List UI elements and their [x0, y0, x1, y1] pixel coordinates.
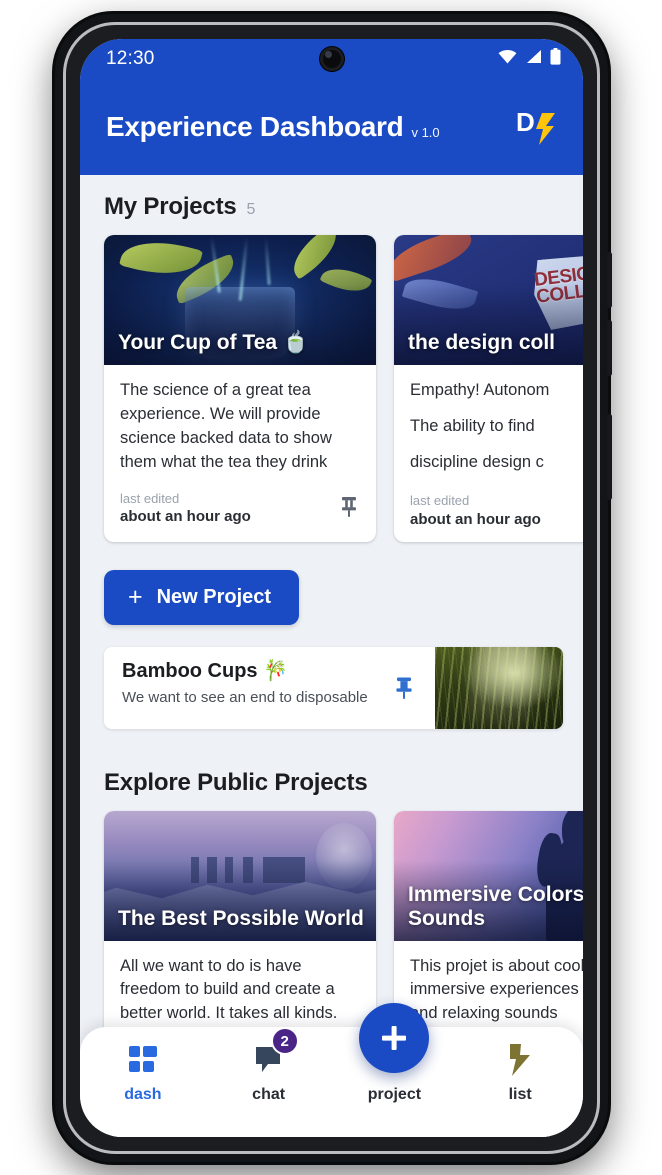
- app-bar: Experience Dashboard v 1.0 D: [80, 79, 583, 175]
- description-line-3: discipline design c: [410, 452, 544, 471]
- nav-item-chat[interactable]: 2 chat: [223, 1027, 315, 1104]
- project-card-hero: DESIGNCOLLECTIVE the design coll: [394, 235, 583, 365]
- app-scroll-body[interactable]: My Projects 5 Your Cup of Tea 🍵 The scie…: [80, 175, 583, 1137]
- pinned-project-subtitle: We want to see an end to disposable: [122, 688, 368, 706]
- pinned-project-title: Bamboo Cups 🎋: [122, 659, 289, 682]
- nav-item-list[interactable]: list: [474, 1043, 566, 1104]
- pinned-project-row[interactable]: Bamboo Cups 🎋 We want to see an end to d…: [104, 646, 563, 729]
- public-project-card[interactable]: Immersive Colors and Sounds This projet …: [394, 810, 583, 1051]
- project-card-title: the design coll: [408, 331, 556, 355]
- cellular-signal-icon: [525, 49, 542, 69]
- plus-icon: [382, 1026, 407, 1050]
- status-bar: 12:30: [80, 39, 583, 79]
- nav-label-dash: dash: [124, 1086, 162, 1103]
- last-edited-label: last edited: [120, 490, 180, 506]
- pinned-project-text: Bamboo Cups 🎋 We want to see an end to d…: [104, 647, 373, 729]
- project-card-body: The science of a great tea experience. W…: [104, 365, 376, 475]
- status-icons: [498, 48, 561, 70]
- explore-public-title: Explore Public Projects: [104, 768, 368, 796]
- project-card-footer: last edited about an hour ago: [394, 477, 583, 542]
- project-card-title: Your Cup of Tea 🍵: [118, 331, 310, 355]
- public-project-card-title: Immersive Colors and Sounds: [408, 883, 583, 930]
- status-time: 12:30: [106, 48, 155, 69]
- project-card-body: Empathy! Autonom The ability to find dis…: [394, 365, 583, 477]
- create-project-fab[interactable]: [359, 1003, 430, 1073]
- app-logo[interactable]: D: [515, 106, 561, 148]
- description-line-1: Empathy! Autonom: [410, 381, 550, 399]
- public-project-card-title: The Best Possible World: [118, 906, 364, 930]
- last-edited-value: about an hour ago: [410, 510, 541, 528]
- project-card-description: The science of a great tea experience. W…: [120, 381, 332, 471]
- battery-icon: [550, 48, 561, 70]
- grid-dashboard-icon: [127, 1043, 159, 1077]
- public-project-card-description: This projet is about cool and immersive …: [410, 956, 583, 1023]
- project-card-footer: last edited about an hour ago: [104, 475, 376, 540]
- pushpin-filled-icon[interactable]: [373, 647, 435, 729]
- last-edited-value: about an hour ago: [120, 508, 251, 526]
- phone-rim: 12:30 Experience Dashboard v 1.0 D My Pr…: [63, 22, 600, 1154]
- pinned-project-thumbnail: [435, 646, 563, 729]
- my-projects-header: My Projects 5: [80, 175, 583, 233]
- volume-up-button[interactable]: [607, 252, 612, 308]
- front-camera-icon: [319, 47, 344, 71]
- my-projects-title: My Projects: [104, 193, 237, 220]
- description-line-2: The ability to find: [410, 416, 535, 435]
- project-card-description: Empathy! Autonom The ability to find dis…: [410, 379, 583, 477]
- plus-icon: +: [128, 582, 143, 611]
- public-project-card-hero: The Best Possible World: [104, 810, 376, 941]
- public-project-card[interactable]: The Best Possible World All we want to d…: [104, 810, 376, 1051]
- pushpin-icon[interactable]: [338, 494, 360, 525]
- public-project-card-body: This projet is about cool and immersive …: [394, 941, 583, 1027]
- phone-frame: 12:30 Experience Dashboard v 1.0 D My Pr…: [55, 14, 612, 1162]
- new-project-button[interactable]: + New Project: [104, 569, 300, 625]
- nav-label-list: list: [508, 1086, 532, 1103]
- my-projects-count: 5: [246, 201, 256, 218]
- chat-unread-badge: 2: [270, 1027, 299, 1055]
- my-projects-rail[interactable]: Your Cup of Tea 🍵 The science of a great…: [80, 233, 583, 556]
- new-project-label: New Project: [156, 585, 272, 608]
- wifi-icon: [498, 49, 517, 69]
- project-card[interactable]: Your Cup of Tea 🍵 The science of a great…: [104, 235, 376, 542]
- public-project-card-hero: Immersive Colors and Sounds: [394, 810, 583, 941]
- nav-item-dash[interactable]: dash: [97, 1043, 189, 1104]
- project-card-hero: Your Cup of Tea 🍵: [104, 235, 376, 365]
- explore-public-header: Explore Public Projects: [80, 729, 583, 809]
- nav-label-project: project: [367, 1086, 422, 1103]
- svg-text:D: D: [516, 107, 535, 137]
- lightning-bolt-icon: [507, 1043, 533, 1077]
- volume-down-button[interactable]: [607, 320, 612, 376]
- project-card[interactable]: DESIGNCOLLECTIVE the design coll Empathy…: [394, 235, 583, 542]
- app-version-label: v 1.0: [411, 124, 440, 140]
- nav-item-project[interactable]: project: [348, 1003, 440, 1104]
- page-title: Experience Dashboard: [106, 111, 404, 142]
- phone-screen: 12:30 Experience Dashboard v 1.0 D My Pr…: [80, 39, 583, 1137]
- last-edited-label: last edited: [410, 493, 470, 508]
- explore-public-rail[interactable]: The Best Possible World All we want to d…: [80, 809, 583, 1065]
- power-button[interactable]: [607, 414, 612, 500]
- bottom-navigation-bar: dash 2 chat project list: [80, 1003, 583, 1137]
- nav-label-chat: chat: [252, 1086, 286, 1103]
